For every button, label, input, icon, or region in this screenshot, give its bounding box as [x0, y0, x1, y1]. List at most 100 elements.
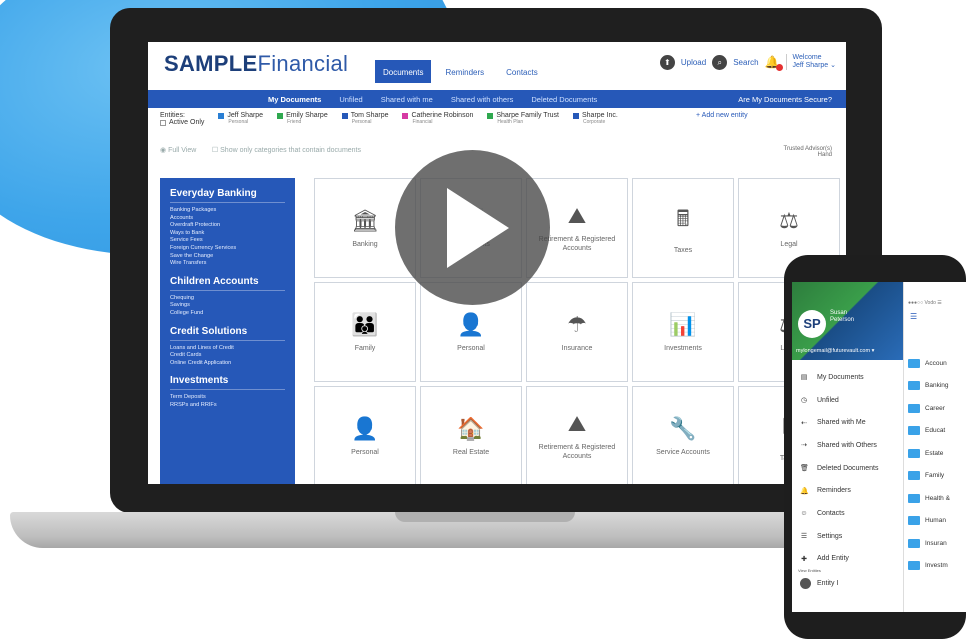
add-entity-link[interactable]: + Add new entity	[696, 112, 748, 119]
drawer-item[interactable]: ▤ My Documents	[792, 366, 903, 389]
sidebar-link[interactable]: Loans and Lines of Credit	[170, 345, 285, 353]
folder-item[interactable]: Health &	[908, 487, 966, 510]
full-view-icon[interactable]: ◉	[160, 147, 166, 154]
sidebar-section-title[interactable]: Credit Solutions	[170, 326, 285, 341]
user-menu[interactable]: Welcome Jeff Sharpe ⌄	[785, 54, 836, 70]
sidebar-link[interactable]: Savings	[170, 302, 285, 310]
full-view-toggle[interactable]: Full View	[168, 147, 196, 154]
drawer-item[interactable]: 🗑 Deleted Documents	[792, 457, 903, 480]
entity-item[interactable]: Sharpe Family Trust Health Plan	[487, 112, 559, 138]
folder-item[interactable]: Banking	[908, 375, 966, 398]
subnav-unfiled[interactable]: Unfiled	[339, 95, 362, 104]
trusted-advisor[interactable]: Trusted Advisor(s) Hand	[784, 146, 832, 158]
search-button[interactable]: Search	[733, 58, 758, 67]
sidebar-section-title[interactable]: Children Accounts	[170, 276, 285, 291]
entity-color-icon	[573, 112, 579, 119]
folder-item[interactable]: Insuran	[908, 532, 966, 555]
sidebar-link[interactable]: Term Deposits	[170, 394, 285, 402]
category-tile[interactable]: ⛰ Retirement & Registered Accounts	[526, 386, 628, 484]
drawer-item[interactable]: ☺ Contacts	[792, 502, 903, 525]
entity-name[interactable]: Jeff Sharpe	[227, 112, 263, 119]
folder-item[interactable]: Investm	[908, 555, 966, 578]
play-button[interactable]	[395, 150, 550, 305]
sidebar-link[interactable]: Save the Change	[170, 253, 285, 261]
subnav-deleted-documents[interactable]: Deleted Documents	[531, 95, 597, 104]
drawer-item[interactable]: ☰ Settings	[792, 525, 903, 548]
entity-name[interactable]: Sharpe Family Trust	[496, 112, 559, 119]
category-tile[interactable]: 👪 Family	[314, 282, 416, 382]
house-icon: 🏠	[457, 415, 485, 441]
category-tile[interactable]: 📊 Investments	[632, 282, 734, 382]
category-tile[interactable]: 👤 Personal	[314, 386, 416, 484]
folder-item[interactable]: Family	[908, 465, 966, 488]
tab-reminders[interactable]: Reminders	[437, 60, 492, 83]
drawer-item[interactable]: ⇠ Shared with Me	[792, 411, 903, 434]
profile-email[interactable]: mylongemail@futurevault.com ▾	[796, 348, 874, 354]
app-logo[interactable]: SAMPLEFinancial	[164, 51, 348, 77]
upload-button[interactable]: Upload	[681, 58, 706, 67]
category-tile[interactable]: 🏠 Real Estate	[420, 386, 522, 484]
show-only-option[interactable]: Show only categories that contain docume…	[220, 147, 361, 154]
user-name[interactable]: Jeff Sharpe ⌄	[793, 62, 836, 69]
entity-item[interactable]: Jeff Sharpe Personal	[218, 112, 263, 138]
folder-item[interactable]: Career	[908, 397, 966, 420]
entity-name[interactable]: Sharpe Inc.	[582, 112, 618, 119]
entity-color-icon	[402, 112, 409, 119]
drawer-item[interactable]: 🔔 Reminders	[792, 479, 903, 502]
sidebar-link[interactable]: Foreign Currency Services	[170, 245, 285, 253]
folder-item[interactable]: Estate	[908, 442, 966, 465]
upload-icon[interactable]: ⬆	[659, 54, 675, 70]
tab-contacts[interactable]: Contacts	[498, 60, 546, 83]
sidebar-link[interactable]: College Fund	[170, 310, 285, 318]
sidebar-link-list: Chequing Savings College Fund	[170, 295, 285, 318]
active-only-toggle[interactable]: Active Only	[160, 119, 204, 126]
security-link[interactable]: Are My Documents Secure?	[738, 95, 832, 104]
entity-name[interactable]: Tom Sharpe	[351, 112, 389, 119]
folder-item[interactable]: Educat	[908, 420, 966, 443]
entity-item[interactable]: Tom Sharpe Personal	[341, 112, 389, 138]
avatar[interactable]: SP	[798, 310, 826, 338]
bell-icon[interactable]: 🔔	[765, 55, 783, 71]
entity-row[interactable]: Entity I	[800, 578, 838, 589]
sidebar-link[interactable]: Wire Transfers	[170, 260, 285, 268]
subnav-shared-with-others[interactable]: Shared with others	[451, 95, 514, 104]
sidebar-link[interactable]: RRSPs and RRIFs	[170, 402, 285, 410]
sidebar-link[interactable]: Ways to Bank	[170, 230, 285, 238]
drawer-item[interactable]: ⇢ Shared with Others	[792, 434, 903, 457]
folder-item[interactable]: Human	[908, 510, 966, 533]
entity-name[interactable]: Catherine Robinson	[411, 112, 473, 119]
tab-documents[interactable]: Documents	[375, 60, 432, 83]
phone-nav-drawer: SP Susan Peterson mylongemail@futurevault…	[792, 282, 904, 612]
folder-item[interactable]: Accoun	[908, 352, 966, 375]
search-icon[interactable]: ⌕	[712, 54, 728, 70]
drawer-item[interactable]: ◷ Unfiled	[792, 389, 903, 412]
category-tile[interactable]: 🔧 Service Accounts	[632, 386, 734, 484]
sidebar-link[interactable]: Banking Packages	[170, 207, 285, 215]
sidebar-link[interactable]: Credit Cards	[170, 352, 285, 360]
notification-dot	[775, 64, 783, 71]
sidebar-link[interactable]: Accounts	[170, 215, 285, 223]
sidebar-section-title[interactable]: Everyday Banking	[170, 188, 285, 203]
subnav-shared-with-me[interactable]: Shared with me	[381, 95, 433, 104]
wrench-icon: 🔧	[669, 415, 697, 441]
entity-item[interactable]: Catherine Robinson Financial	[402, 112, 473, 138]
sidebar-link[interactable]: Chequing	[170, 295, 285, 303]
entity-name[interactable]: Emily Sharpe	[286, 112, 328, 119]
checkbox-icon[interactable]: ☐	[212, 147, 218, 154]
checkbox-icon[interactable]	[160, 119, 166, 126]
view-controls: ◉ Full View ☐ Show only categories that …	[160, 146, 840, 158]
category-label: Investments	[664, 344, 702, 352]
sidebar-link[interactable]: Service Fees	[170, 237, 285, 245]
drawer-item[interactable]: ✚ Add Entity	[792, 548, 903, 571]
sidebar-link[interactable]: Overdraft Protection	[170, 222, 285, 230]
sidebar-link[interactable]: Online Credit Application	[170, 360, 285, 368]
subnav-my-documents[interactable]: My Documents	[268, 95, 321, 104]
folder-icon	[908, 381, 920, 391]
entity-item[interactable]: Sharpe Inc. Corporate	[573, 112, 618, 138]
category-tile[interactable]: ☂ Insurance	[526, 282, 628, 382]
category-tile[interactable]: 🖩 Taxes	[632, 178, 734, 278]
folder-label: Estate	[925, 449, 944, 457]
sidebar-section-title[interactable]: Investments	[170, 375, 285, 391]
entity-item[interactable]: Emily Sharpe Friend	[277, 112, 328, 138]
hamburger-icon[interactable]: ☰	[910, 312, 917, 321]
